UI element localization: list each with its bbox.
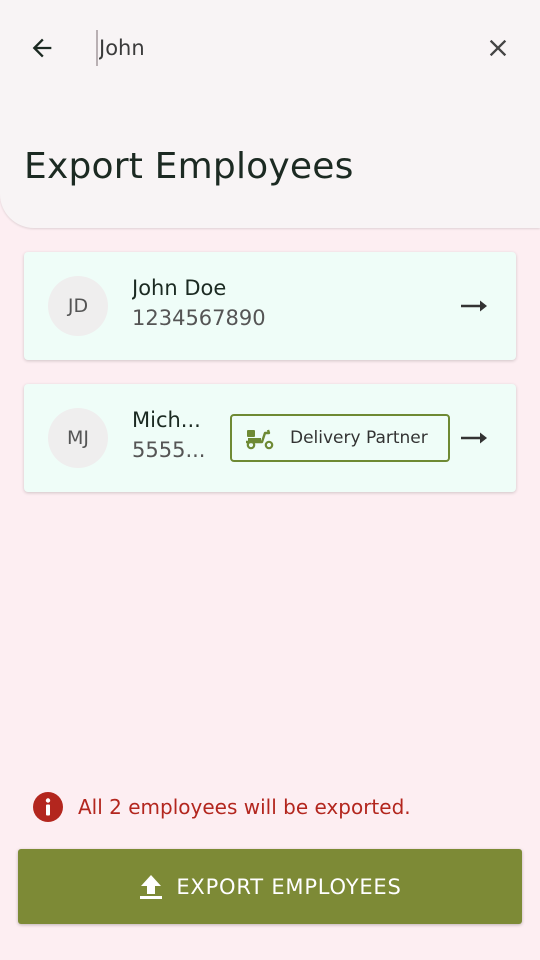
avatar: JD [48, 276, 108, 336]
text-cursor [96, 30, 98, 66]
arrow-right-icon [458, 426, 490, 450]
search-header: Export Employees [0, 0, 540, 228]
employee-name: John Doe [132, 276, 227, 300]
role-badge: Delivery Partner [230, 414, 450, 462]
search-input[interactable] [99, 28, 439, 68]
scooter-icon [244, 426, 276, 450]
page-title: Export Employees [24, 146, 354, 187]
error-icon [33, 792, 63, 822]
employee-phone: 1234567890 [132, 306, 266, 330]
search-field[interactable] [96, 28, 456, 68]
badge-label: Delivery Partner [290, 428, 428, 448]
clear-search-button[interactable] [478, 28, 518, 68]
close-icon [489, 39, 507, 57]
upload-icon [140, 874, 163, 899]
avatar: MJ [48, 408, 108, 468]
arrow-left-icon [32, 38, 52, 58]
employee-phone: 5555... [132, 438, 206, 462]
employee-card[interactable]: JD John Doe 1234567890 [24, 252, 516, 360]
notice-text: All 2 employees will be exported. [78, 795, 411, 819]
export-employees-button[interactable]: EXPORT EMPLOYEES [18, 849, 522, 924]
employee-card[interactable]: MJ Mich... 5555... Delivery Partner [24, 384, 516, 492]
export-notice: All 2 employees will be exported. [32, 790, 411, 824]
employee-name: Mich... [132, 408, 201, 432]
export-button-label: EXPORT EMPLOYEES [176, 874, 402, 899]
back-button[interactable] [22, 28, 62, 68]
arrow-right-icon [458, 294, 490, 318]
